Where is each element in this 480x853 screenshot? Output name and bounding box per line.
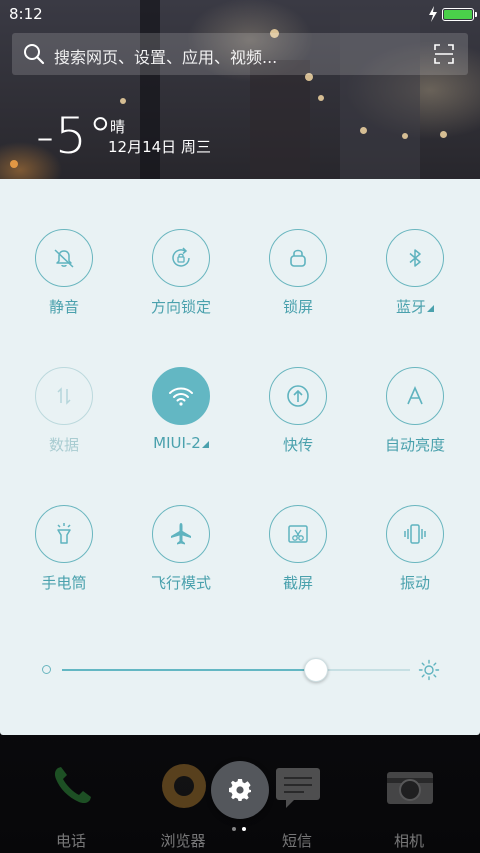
brightness-low-icon (42, 665, 51, 674)
settings-button[interactable] (211, 761, 269, 819)
toggle-label: 自动亮度 (384, 436, 445, 454)
toggle-auto-brightness[interactable]: 自动亮度 (365, 367, 465, 467)
scan-icon[interactable] (434, 44, 454, 64)
auto-brightness-icon (407, 386, 423, 405)
screenshot-icon (288, 525, 308, 543)
flashlight-icon (57, 523, 71, 544)
toggle-wifi[interactable]: MIUI-2 (131, 367, 231, 467)
brightness-thumb[interactable] (304, 658, 329, 682)
toggle-rotation-lock[interactable]: 方向锁定 (131, 229, 231, 329)
toggle-quick-share-button[interactable] (269, 367, 327, 425)
dock-label: 相机 (393, 832, 424, 850)
toggle-rotation-lock-button[interactable] (152, 229, 210, 287)
dock-label: 浏览器 (160, 832, 206, 850)
lock-icon (290, 249, 306, 267)
toggle-lock-screen-button[interactable] (269, 229, 327, 287)
toggle-label: MIUI-2 (121, 434, 241, 452)
dock-app-camera[interactable]: 相机 (364, 742, 454, 850)
toggle-bluetooth[interactable]: 蓝牙 (365, 229, 465, 329)
browser-icon (162, 764, 206, 808)
brightness-track[interactable] (62, 658, 410, 682)
toggle-label: 方向锁定 (150, 298, 211, 316)
page-dot-active (242, 827, 246, 831)
toggle-bluetooth-button[interactable] (386, 229, 444, 287)
toggle-flashlight[interactable]: 手电筒 (14, 505, 114, 605)
toggle-mute-button[interactable] (35, 229, 93, 287)
wallpaper-light (120, 98, 126, 104)
rotation-lock-icon (172, 247, 190, 267)
battery-cap (475, 12, 477, 17)
mute-icon (54, 249, 74, 268)
wallpaper-light (318, 95, 324, 101)
wallpaper-light (10, 160, 18, 168)
toggle-vibrate-button[interactable] (386, 505, 444, 563)
toggle-mobile-data-button[interactable] (35, 367, 93, 425)
mobile-data-icon (57, 387, 71, 405)
control-center-panel: 静音 方向锁定 锁屏 蓝牙 数据 MIUI-2 快传 自动亮度 手电筒 飞行模式… (0, 179, 480, 735)
weather-temperature[interactable]: -5° (36, 106, 114, 166)
status-time: 8:12 (9, 5, 43, 23)
toggle-label: 飞行模式 (150, 574, 211, 592)
toggle-screenshot-button[interactable] (269, 505, 327, 563)
wallpaper-light (402, 133, 408, 139)
toggle-screenshot[interactable]: 截屏 (248, 505, 348, 605)
toggle-wifi-button[interactable] (152, 367, 210, 425)
toggle-airplane-mode-button[interactable] (152, 505, 210, 563)
toggle-label-text: 蓝牙 (395, 298, 426, 316)
search-bar[interactable]: 搜索网页、设置、应用、视频... (12, 33, 468, 75)
toggle-flashlight-button[interactable] (35, 505, 93, 563)
messages-icon (276, 768, 320, 808)
search-icon (24, 44, 45, 65)
toggle-label: 静音 (48, 298, 79, 316)
airplane-icon (171, 523, 191, 545)
wallpaper-light (360, 127, 367, 134)
dock-app-phone[interactable]: 电话 (26, 742, 116, 850)
battery-level (444, 10, 472, 19)
toggle-lock-screen[interactable]: 锁屏 (248, 229, 348, 329)
page-dot (232, 827, 236, 831)
weather-condition: 晴 (110, 118, 126, 136)
toggle-label-text: MIUI-2 (153, 434, 201, 452)
weather-date: 12月14日 周三 (108, 138, 211, 156)
toggle-label: 快传 (282, 436, 313, 454)
quick-share-icon (287, 385, 309, 407)
toggle-mobile-data[interactable]: 数据 (14, 367, 114, 467)
toggle-airplane-mode[interactable]: 飞行模式 (131, 505, 231, 605)
brightness-fill (62, 669, 317, 671)
toggle-label: 锁屏 (282, 298, 313, 316)
phone-icon (54, 767, 91, 804)
wallpaper-building (250, 60, 310, 180)
toggle-auto-brightness-button[interactable] (386, 367, 444, 425)
camera-icon (387, 772, 433, 804)
battery-icon (442, 8, 477, 21)
more-options-icon[interactable] (427, 305, 434, 312)
wallpaper-light (440, 131, 447, 138)
search-placeholder[interactable]: 搜索网页、设置、应用、视频... (54, 44, 277, 68)
status-bar: 8:12 (0, 0, 480, 28)
vibrate-icon (404, 524, 426, 544)
toggle-quick-share[interactable]: 快传 (248, 367, 348, 467)
page-indicator (232, 827, 252, 833)
brightness-slider[interactable] (0, 649, 480, 689)
toggle-label: 截屏 (282, 574, 313, 592)
toggle-label: 数据 (48, 436, 79, 454)
dock-label: 电话 (55, 832, 86, 850)
toggle-vibrate[interactable]: 振动 (365, 505, 465, 605)
gear-icon (229, 779, 251, 801)
brightness-high-icon (418, 659, 440, 681)
toggle-mute[interactable]: 静音 (14, 229, 114, 329)
dock-label: 短信 (281, 832, 312, 850)
toggle-label: 手电筒 (41, 574, 87, 592)
toggle-label: 振动 (399, 574, 430, 592)
toggle-label: 蓝牙 (355, 296, 475, 317)
wifi-icon (169, 387, 193, 406)
charging-icon (429, 6, 437, 22)
more-options-icon[interactable] (201, 441, 209, 448)
bluetooth-icon (409, 249, 421, 267)
